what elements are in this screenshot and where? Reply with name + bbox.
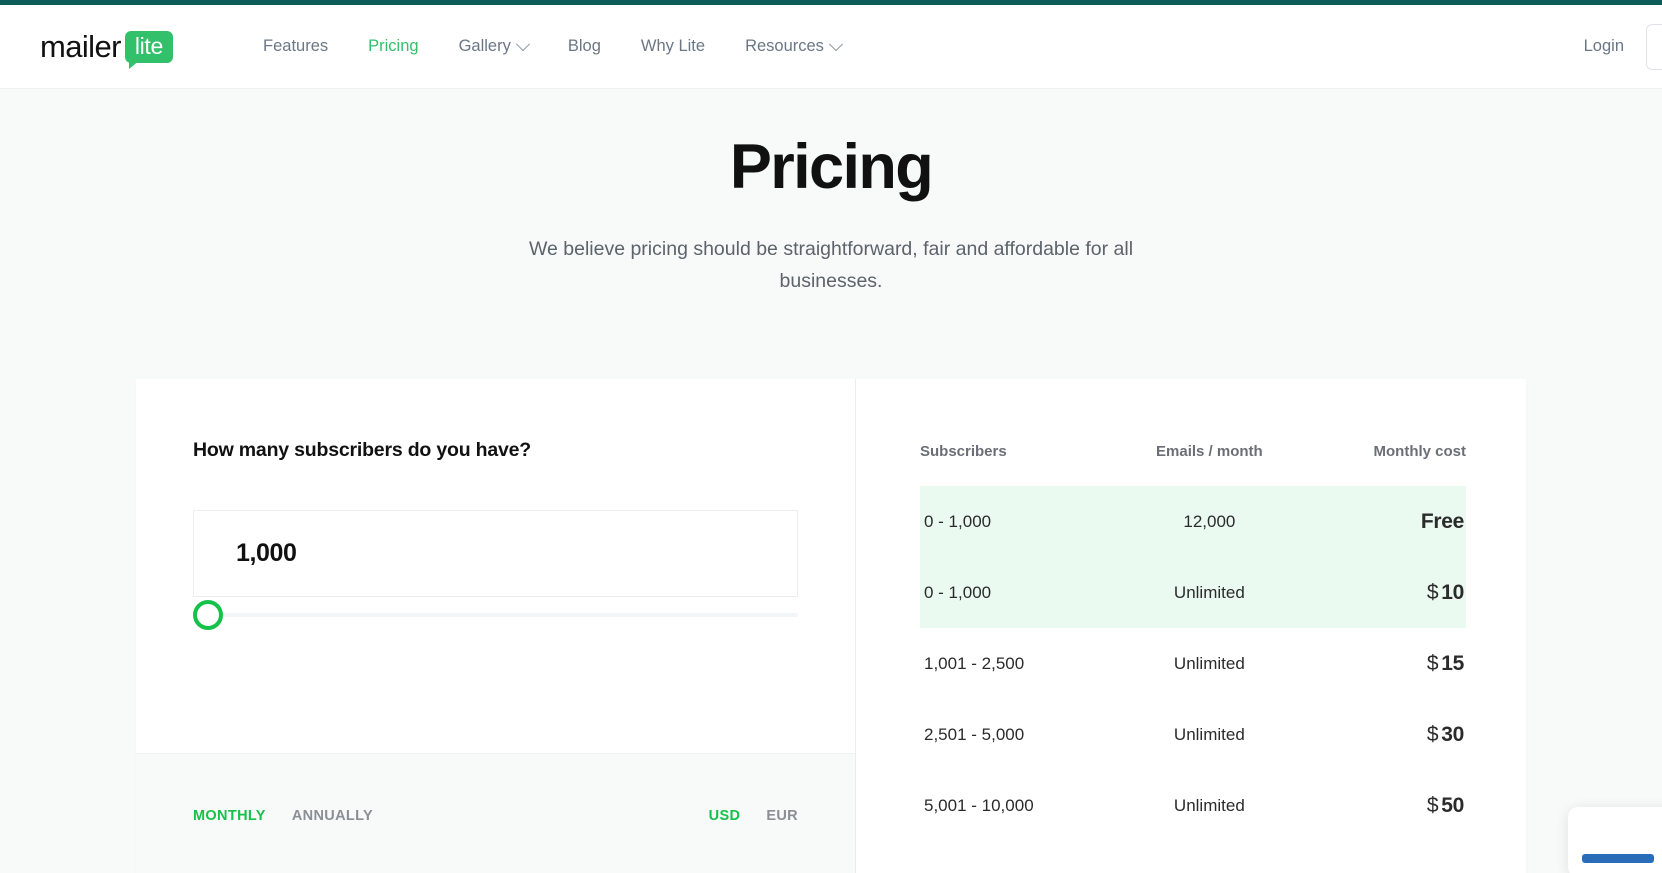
nav-item-label: Blog (567, 37, 601, 55)
subscriber-selector-column: How many subscribers do you have? 1,000 … (136, 379, 856, 873)
cost-amount: 30 (1441, 722, 1464, 746)
currency-option-eur[interactable]: EUR (766, 808, 798, 824)
nav-item-label: Resources (745, 37, 824, 55)
nav-item-features[interactable]: Features (243, 37, 348, 56)
nav-item-label: Pricing (368, 37, 419, 55)
chat-widget[interactable] (1568, 807, 1662, 873)
header-emails: Emails / month (1156, 443, 1263, 460)
cell-monthly-cost: $30 (1302, 699, 1466, 770)
header-monthly-cost: Monthly cost (1373, 443, 1467, 460)
table-row: 0 - 1,000 12,000 Free (920, 486, 1466, 557)
nav-item-resources[interactable]: Resources (725, 36, 861, 56)
cost-amount: 15 (1441, 651, 1464, 675)
signup-button[interactable] (1646, 23, 1662, 70)
slider-handle[interactable] (193, 600, 223, 630)
header-subscribers: Subscribers (920, 443, 1007, 460)
cell-emails-per-month: 12,000 (1116, 486, 1303, 557)
cell-emails-per-month: Unlimited (1173, 795, 1245, 815)
header-actions: Login (1584, 5, 1662, 88)
cell-subscribers: 0 - 1,000 (920, 486, 1117, 557)
nav-item-why-lite[interactable]: Why Lite (621, 37, 725, 56)
currency-option-usd[interactable]: USD (709, 808, 741, 824)
logo-word: mailer (40, 29, 121, 64)
slider-value-bubble: 1,000 (193, 510, 798, 597)
table-row: 2,501 - 5,000 Unlimited $30 (920, 699, 1466, 770)
currency-symbol: $ (1426, 651, 1439, 675)
cost-amount: 10 (1441, 580, 1464, 604)
page-subtitle: We believe pricing should be straightfor… (528, 238, 1134, 292)
billing-option-monthly[interactable]: MONTHLY (193, 808, 266, 824)
cell-monthly-cost: $50 (1302, 770, 1466, 841)
cell-subscribers: 2,501 - 5,000 (924, 724, 1025, 744)
chevron-down-icon (828, 36, 844, 51)
calculator-options-bar: MONTHLY ANNUALLY USD EUR (136, 753, 855, 873)
hero-section: Pricing We believe pricing should be str… (0, 89, 1662, 379)
subscriber-selector-body: How many subscribers do you have? 1,000 (136, 379, 855, 753)
nav-item-gallery[interactable]: Gallery (439, 36, 548, 56)
cell-emails-per-month: Unlimited (1173, 653, 1245, 673)
billing-option-annually[interactable]: ANNUALLY (292, 808, 373, 824)
pricing-calculator-section: How many subscribers do you have? 1,000 … (0, 379, 1662, 873)
pricing-calculator-panel: How many subscribers do you have? 1,000 … (136, 379, 1526, 873)
cell-subscribers: 1,001 - 2,500 (924, 653, 1025, 673)
main-navigation: Features Pricing Gallery Blog Why Lite Resour… (243, 36, 861, 56)
currency-toggle: USD EUR (709, 808, 798, 824)
slider-value-label: 1,000 (236, 539, 297, 567)
cell-emails-per-month: Unlimited (1173, 724, 1245, 744)
currency-symbol: $ (1426, 722, 1439, 746)
table-row: 1,001 - 2,500 Unlimited $15 (920, 628, 1466, 699)
logo-badge-label: lite (134, 32, 164, 59)
login-link[interactable]: Login (1584, 37, 1624, 56)
pricing-table: Subscribers Emails / month Monthly cost … (920, 379, 1466, 841)
logo-mailerlite[interactable]: mailer lite (40, 29, 174, 69)
nav-item-label: Why Lite (640, 37, 706, 55)
subscriber-slider[interactable]: 1,000 (193, 510, 798, 636)
currency-symbol: $ (1426, 793, 1439, 817)
table-row: 5,001 - 10,000 Unlimited $50 (920, 770, 1466, 841)
cell-monthly-cost: $10 (1302, 557, 1466, 628)
table-header-row: Subscribers Emails / month Monthly cost (920, 379, 1466, 486)
nav-item-label: Gallery (458, 37, 511, 55)
table-row: 0 - 1,000 Unlimited $10 (920, 557, 1466, 628)
slider-track-row[interactable] (193, 596, 798, 636)
logo-badge: lite (124, 30, 174, 69)
cell-subscribers: 5,001 - 10,000 (924, 795, 1034, 815)
cost-amount: Free (1420, 509, 1464, 533)
pricing-table-column: Subscribers Emails / month Monthly cost … (856, 379, 1526, 873)
billing-period-toggle: MONTHLY ANNUALLY (193, 808, 373, 824)
nav-item-label: Features (263, 37, 329, 55)
chat-widget-bar (1582, 854, 1654, 863)
slider-track[interactable] (209, 613, 798, 617)
chevron-down-icon (515, 36, 530, 51)
currency-symbol: $ (1426, 580, 1439, 604)
subscriber-question-label: How many subscribers do you have? (193, 439, 531, 461)
page-title: Pricing (729, 132, 934, 202)
cell-subscribers: 0 - 1,000 (920, 557, 1117, 628)
cell-monthly-cost: $15 (1302, 628, 1466, 699)
site-header: mailer lite Features Pricing Gallery Blog Wh… (0, 5, 1662, 89)
nav-item-blog[interactable]: Blog (548, 37, 621, 56)
pricing-table-body: 0 - 1,000 12,000 Free 0 - 1,000 Unlimited $10… (920, 486, 1466, 841)
nav-item-pricing[interactable]: Pricing (348, 37, 438, 56)
cell-emails-per-month: Unlimited (1116, 557, 1303, 628)
cell-monthly-cost: Free (1302, 486, 1466, 557)
cost-amount: 50 (1441, 793, 1464, 817)
